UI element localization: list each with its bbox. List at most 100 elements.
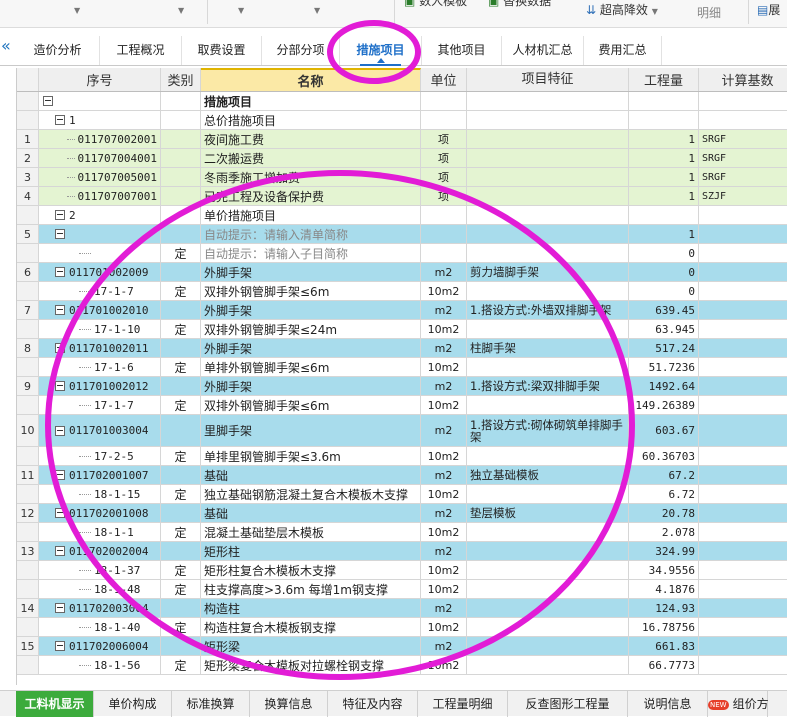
dropdown-arrow-icon[interactable]: ▼ [178,6,184,15]
row-base[interactable] [699,580,787,599]
row-index[interactable]: 5 [17,225,39,244]
row-name[interactable]: 外脚手架 [201,339,421,358]
row-feature[interactable] [467,187,629,206]
row-feature[interactable]: 柱脚手架 [467,339,629,358]
row-type[interactable]: 定 [161,282,201,301]
row-quantity[interactable]: 0 [629,244,699,263]
row-type[interactable] [161,149,201,168]
bottom-tab-1[interactable]: 单价构成 [94,691,172,717]
row-base[interactable] [699,263,787,282]
row-feature[interactable] [467,92,629,111]
row-quantity[interactable]: 4.1876 [629,580,699,599]
row-base[interactable] [699,396,787,415]
row-type[interactable]: 定 [161,358,201,377]
row-seq[interactable]: 011701002012 [39,377,161,396]
row-feature[interactable] [467,358,629,377]
row-unit[interactable]: m2 [421,637,467,656]
import-template-button[interactable]: ▣ 数人模板 [404,0,467,14]
row-seq[interactable]: 011702001007 [39,466,161,485]
row-feature[interactable] [467,320,629,339]
collapse-toggle-icon[interactable] [55,546,65,556]
header-type[interactable]: 类别 [161,68,201,91]
bottom-tab-5[interactable]: 工程量明细 [418,691,508,717]
row-seq[interactable]: 011702006004 [39,637,161,656]
row-index[interactable] [17,111,39,130]
row-unit[interactable]: 项 [421,168,467,187]
row-seq[interactable]: 011701002009 [39,263,161,282]
row-quantity[interactable]: 603.67 [629,415,699,447]
row-feature[interactable] [467,485,629,504]
row-type[interactable] [161,206,201,225]
row-index[interactable]: 8 [17,339,39,358]
row-type[interactable] [161,92,201,111]
dropdown-arrow-icon[interactable]: ▼ [314,6,320,15]
row-base[interactable] [699,282,787,301]
row-name[interactable]: 矩形梁复合木模板对拉螺栓钢支撑 [201,656,421,675]
row-index[interactable] [17,282,39,301]
row-seq[interactable]: 011702001008 [39,504,161,523]
row-name[interactable]: 单排里钢管脚手架≤3.6m [201,447,421,466]
row-unit[interactable]: m2 [421,599,467,618]
table-row[interactable]: 13 011702002004 矩形柱 m2 324.99 [17,542,787,561]
row-seq[interactable]: 2 [39,206,161,225]
tab-0[interactable]: 造价分析 [16,36,100,65]
row-base[interactable] [699,111,787,130]
row-unit[interactable]: m2 [421,466,467,485]
row-index[interactable]: 4 [17,187,39,206]
row-index[interactable]: 9 [17,377,39,396]
row-type[interactable] [161,111,201,130]
row-quantity[interactable] [629,206,699,225]
row-unit[interactable]: 10m2 [421,523,467,542]
row-feature[interactable] [467,580,629,599]
row-unit[interactable]: m2 [421,377,467,396]
row-quantity[interactable]: 149.26389 [629,396,699,415]
row-feature[interactable] [467,206,629,225]
bottom-tab-7[interactable]: 说明信息 [628,691,708,717]
row-base[interactable]: SZJF [699,187,787,206]
row-name[interactable]: 基础 [201,504,421,523]
bottom-tab-6[interactable]: 反查图形工程量 [508,691,628,717]
row-index[interactable]: 13 [17,542,39,561]
row-type[interactable]: 定 [161,396,201,415]
row-base[interactable] [699,244,787,263]
table-row[interactable]: 15 011702006004 矩形梁 m2 661.83 [17,637,787,656]
collapse-toggle-icon[interactable] [55,381,65,391]
row-base[interactable] [699,92,787,111]
row-base[interactable] [699,206,787,225]
row-type[interactable]: 定 [161,244,201,263]
row-feature[interactable] [467,447,629,466]
row-name[interactable]: 单排外钢管脚手架≤6m [201,358,421,377]
row-feature[interactable] [467,111,629,130]
row-quantity[interactable]: 63.945 [629,320,699,339]
row-base[interactable] [699,504,787,523]
tab-6[interactable]: 人材机汇总 [502,36,584,65]
row-base[interactable] [699,637,787,656]
row-type[interactable] [161,187,201,206]
row-index[interactable]: 15 [17,637,39,656]
row-unit[interactable]: 项 [421,149,467,168]
row-unit[interactable]: m2 [421,301,467,320]
row-name[interactable]: 基础 [201,466,421,485]
row-name[interactable]: 独立基础钢筋混凝土复合木模板木支撑 [201,485,421,504]
row-feature[interactable]: 1.搭设方式:外墙双排脚手架 [467,301,629,320]
collapse-toggle-icon[interactable] [55,425,65,436]
row-feature[interactable] [467,149,629,168]
header-quantity[interactable]: 工程量 [629,68,699,91]
row-base[interactable] [699,320,787,339]
row-seq[interactable] [39,225,161,244]
row-base[interactable] [699,447,787,466]
bottom-tab-0[interactable]: 工料机显示 [16,691,94,717]
row-quantity[interactable]: 1 [629,168,699,187]
row-type[interactable] [161,504,201,523]
row-feature[interactable] [467,561,629,580]
row-feature[interactable] [467,656,629,675]
row-type[interactable] [161,130,201,149]
row-type[interactable] [161,542,201,561]
collapse-toggle-icon[interactable] [55,229,65,239]
tab-7[interactable]: 费用汇总 [584,36,662,65]
row-type[interactable]: 定 [161,447,201,466]
row-base[interactable] [699,656,787,675]
row-seq[interactable]: 011702003004 [39,599,161,618]
row-index[interactable] [17,320,39,339]
row-unit[interactable]: 10m2 [421,561,467,580]
